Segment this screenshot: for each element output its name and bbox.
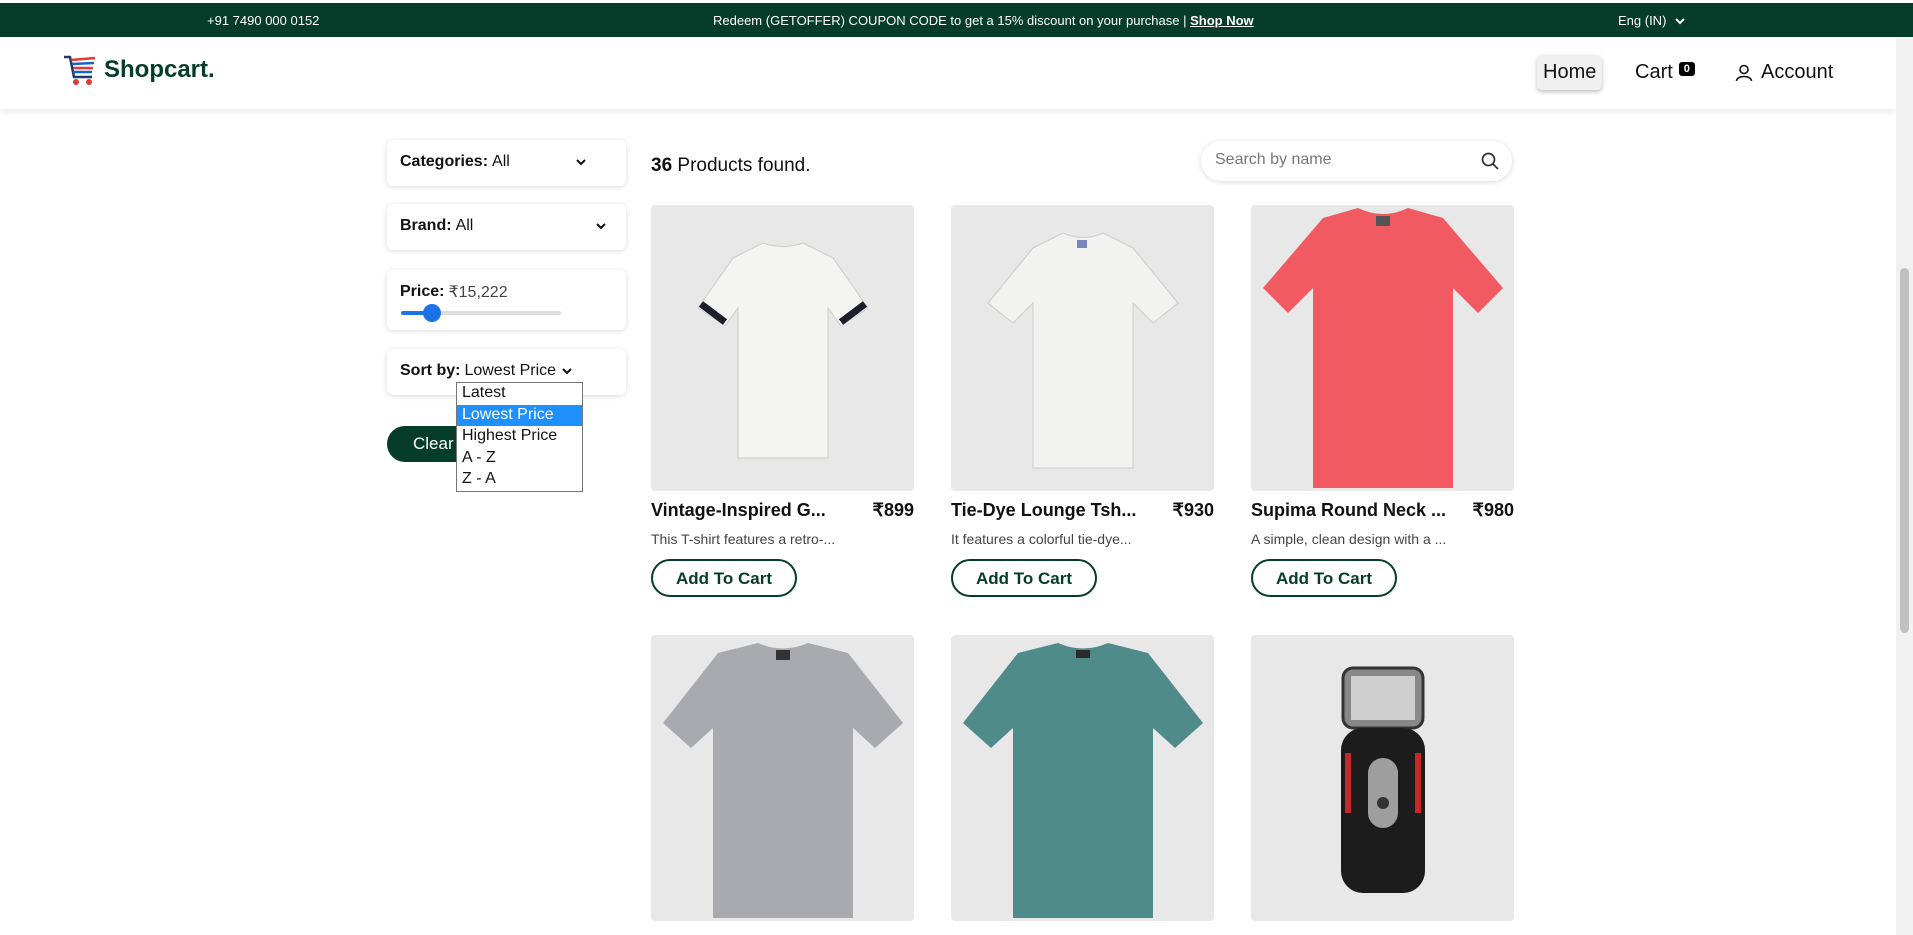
language-label: Eng (IN) — [1618, 13, 1667, 28]
tshirt-image — [986, 232, 1179, 469]
product-card[interactable] — [651, 635, 914, 921]
product-card[interactable] — [1251, 635, 1514, 921]
clear-filters-button[interactable]: Clear — [387, 426, 459, 462]
sort-value: Lowest Price — [464, 362, 557, 379]
logo-text: Shopcart. — [104, 56, 215, 83]
categories-value: All — [492, 153, 510, 170]
product-card[interactable]: Tie-Dye Lounge Tsh... ₹930 It features a… — [951, 205, 1214, 597]
sort-option[interactable]: Latest — [457, 383, 582, 405]
tshirt-image — [962, 643, 1203, 918]
chevron-down-icon — [576, 159, 586, 166]
user-icon — [1735, 64, 1753, 81]
product-image[interactable] — [1251, 635, 1514, 921]
nav-home[interactable]: Home — [1537, 55, 1603, 90]
add-to-cart-button[interactable]: Add To Cart — [651, 559, 797, 597]
results-count: 36 Products found. — [651, 155, 811, 177]
product-image[interactable] — [651, 205, 914, 491]
chevron-down-icon — [596, 223, 606, 230]
cart-count-badge: 0 — [1678, 61, 1695, 76]
product-title[interactable]: Tie-Dye Lounge Tsh... — [951, 500, 1136, 521]
nav-account-label: Account — [1761, 61, 1834, 83]
sort-label: Sort by: — [400, 362, 461, 379]
add-to-cart-button[interactable]: Add To Cart — [951, 559, 1097, 597]
search-icon[interactable] — [1480, 151, 1500, 171]
product-price: ₹899 — [872, 500, 914, 520]
price-slider-thumb[interactable] — [423, 304, 441, 322]
scrollbar-thumb[interactable] — [1900, 268, 1909, 633]
language-selector[interactable]: Eng (IN) — [1618, 13, 1686, 28]
product-description: It features a colorful tie-dye... — [951, 531, 1132, 547]
product-description: This T-shirt features a retro-... — [651, 531, 836, 547]
product-image[interactable] — [951, 205, 1214, 491]
shaver-image — [1340, 666, 1425, 893]
product-card[interactable]: Vintage-Inspired G... ₹899 This T-shirt … — [651, 205, 914, 597]
brand-filter[interactable]: Brand: All — [387, 204, 626, 250]
brand-value: All — [455, 217, 474, 234]
product-price: ₹980 — [1472, 500, 1514, 520]
sort-option[interactable]: A - Z — [457, 448, 582, 470]
product-description: A simple, clean design with a ... — [1251, 531, 1447, 547]
promo-message: Redeem (GETOFFER) COUPON CODE to get a 1… — [713, 13, 1254, 28]
sort-option[interactable]: Z - A — [457, 469, 582, 491]
sort-option-selected[interactable]: Lowest Price — [457, 404, 582, 426]
nav-account[interactable]: Account — [1735, 55, 1833, 84]
product-title[interactable]: Supima Round Neck ... — [1251, 500, 1446, 521]
categories-row: Categories: All — [400, 153, 510, 171]
price-filter: Price: ₹15,222 — [387, 270, 626, 330]
sort-dropdown-list: Latest Lowest Price Highest Price A - Z … — [456, 382, 583, 492]
price-label: Price: — [400, 283, 445, 300]
results-text: Products found. — [677, 155, 811, 176]
search-input[interactable] — [1215, 151, 1465, 169]
announcement-bar: +91 7490 000 0152 Redeem (GETOFFER) COUP… — [0, 0, 1913, 37]
sort-row: Sort by: Lowest Price — [400, 362, 574, 380]
phone-number: +91 7490 000 0152 — [207, 13, 320, 28]
product-title[interactable]: Vintage-Inspired G... — [651, 500, 826, 521]
product-card[interactable] — [951, 635, 1214, 921]
price-slider[interactable] — [401, 304, 561, 322]
price-value: ₹15,222 — [448, 284, 508, 301]
chevron-down-icon — [562, 368, 572, 375]
add-to-cart-button[interactable]: Add To Cart — [1251, 559, 1397, 597]
results-number: 36 — [651, 155, 673, 176]
nav-cart[interactable]: Cart 0 — [1635, 55, 1695, 84]
brand-row: Brand: All — [400, 217, 473, 235]
logo[interactable]: Shopcart. — [62, 53, 215, 87]
brand-label: Brand: — [400, 217, 452, 234]
product-image[interactable] — [1251, 205, 1514, 491]
tshirt-image — [1262, 208, 1503, 488]
site-header: Shopcart. Home Cart 0 Account — [0, 37, 1896, 109]
price-row: Price: ₹15,222 — [400, 282, 508, 302]
product-image[interactable] — [651, 635, 914, 921]
chevron-down-icon — [1675, 17, 1686, 24]
categories-label: Categories: — [400, 153, 489, 170]
nav-cart-label: Cart — [1635, 61, 1673, 83]
cart-logo-icon — [64, 55, 96, 85]
tshirt-image — [696, 242, 869, 459]
product-card[interactable]: Supima Round Neck ... ₹980 A simple, cle… — [1251, 205, 1514, 597]
product-price: ₹930 — [1172, 500, 1214, 520]
promo-text: Redeem (GETOFFER) COUPON CODE to get a 1… — [713, 13, 1191, 28]
categories-filter[interactable]: Categories: All — [387, 140, 626, 186]
sort-option[interactable]: Highest Price — [457, 426, 582, 448]
product-image[interactable] — [951, 635, 1214, 921]
search-box — [1201, 141, 1512, 181]
tshirt-image — [662, 643, 903, 918]
shop-now-link[interactable]: Shop Now — [1190, 13, 1254, 28]
